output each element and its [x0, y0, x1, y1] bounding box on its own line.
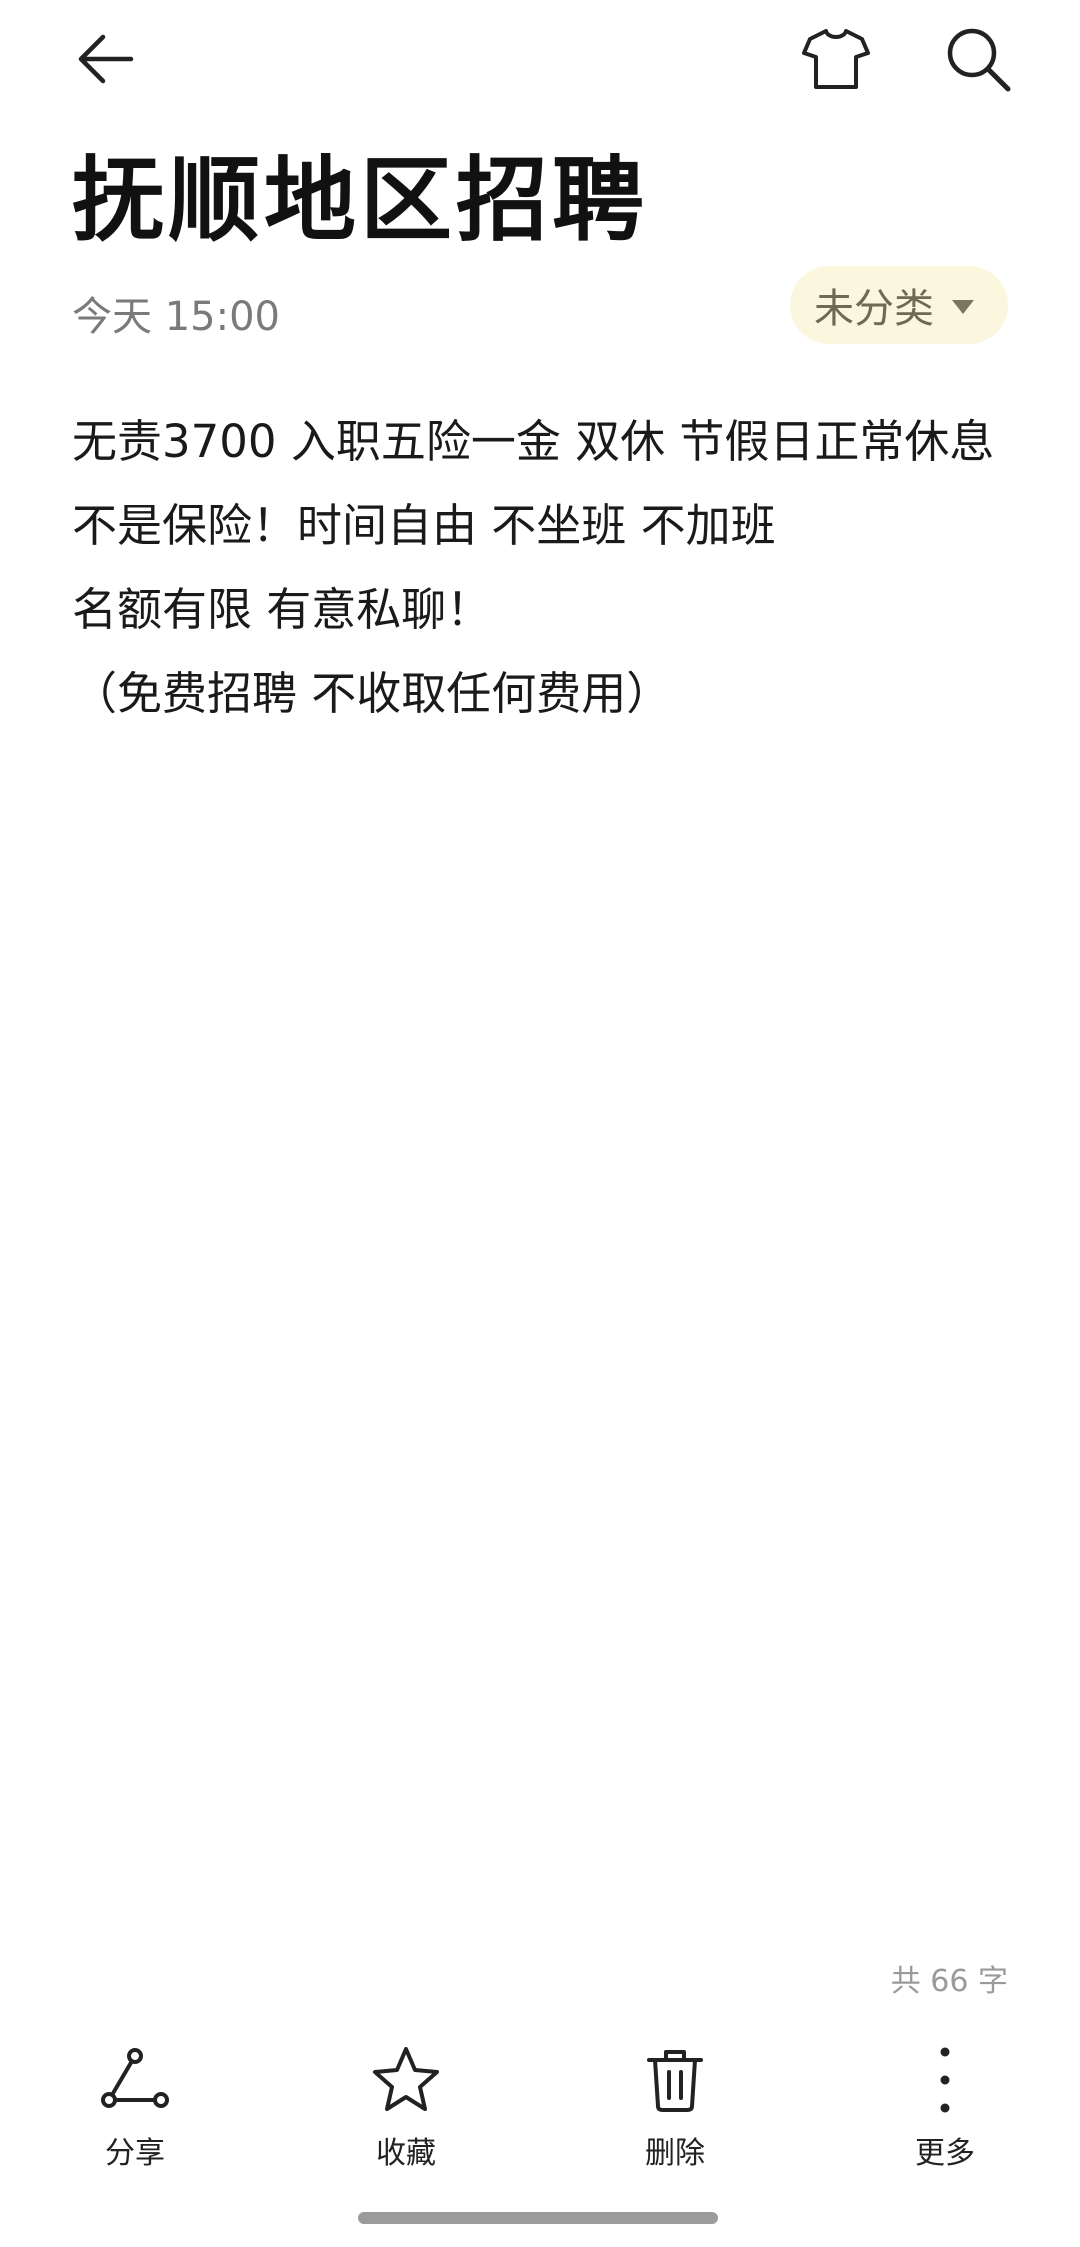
home-indicator[interactable]	[358, 2212, 718, 2224]
body-line: 不是保险！时间自由 不坐班 不加班	[72, 499, 776, 552]
back-arrow-icon	[78, 34, 134, 84]
star-icon	[373, 2047, 439, 2111]
share-icon	[101, 2048, 169, 2108]
favorite-button[interactable]: 收藏	[326, 2040, 486, 2172]
note-body[interactable]: 无责3700 入职五险一金 双休 节假日正常休息 不是保险！时间自由 不坐班 不…	[72, 400, 1020, 736]
delete-button[interactable]: 删除	[595, 2040, 755, 2172]
search-icon	[947, 28, 1011, 92]
note-detail-screen: 抚顺地区招聘 今天 15:00 未分类 无责3700 入职五险一金 双休 节假日…	[0, 0, 1080, 2247]
shirt-icon	[802, 29, 870, 89]
category-label: 未分类	[814, 286, 934, 332]
body-line: 名额有限 有意私聊！	[72, 583, 492, 636]
favorite-label: 收藏	[376, 2136, 436, 2171]
more-vertical-icon	[940, 2047, 950, 2113]
delete-label: 删除	[645, 2136, 705, 2171]
top-bar	[0, 0, 1080, 120]
more-button[interactable]: 更多	[865, 2040, 1025, 2172]
note-title[interactable]: 抚顺地区招聘	[72, 150, 648, 251]
word-count: 共 66 字	[890, 1964, 1008, 1999]
share-button[interactable]: 分享	[55, 2040, 215, 2172]
theme-button[interactable]	[788, 11, 884, 107]
note-meta: 今天 15:00 未分类	[72, 264, 1008, 344]
more-label: 更多	[915, 2136, 975, 2171]
note-date: 今天 15:00	[72, 294, 280, 340]
category-dropdown[interactable]: 未分类	[790, 266, 1008, 344]
search-button[interactable]	[930, 11, 1026, 107]
body-line: 无责3700 入职五险一金 双休 节假日正常休息	[72, 415, 995, 468]
body-line: （免费招聘 不收取任何费用）	[72, 667, 672, 720]
caret-down-icon	[952, 300, 974, 314]
trash-icon	[647, 2050, 703, 2112]
bottom-toolbar: 分享 收藏 删除 更多	[0, 2040, 1080, 2190]
share-label: 分享	[105, 2136, 165, 2171]
back-button[interactable]	[58, 11, 154, 107]
